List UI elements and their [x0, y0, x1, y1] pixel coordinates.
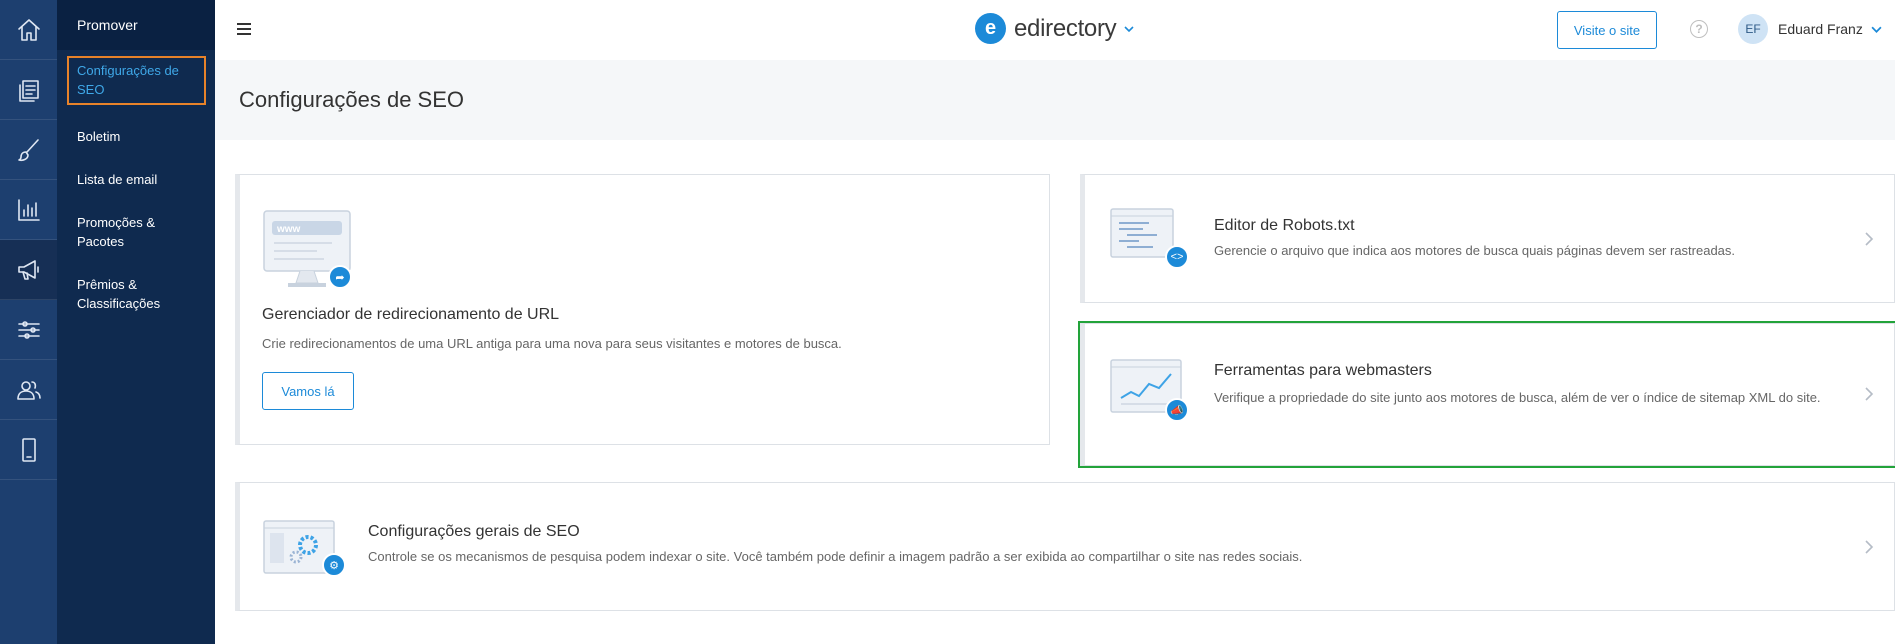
- chevron-right-icon: [1865, 232, 1874, 246]
- rail-design[interactable]: [0, 120, 57, 180]
- submenu-header: Promover: [57, 0, 215, 50]
- content-icon: [18, 79, 39, 102]
- webmaster-tools-title: Ferramentas para webmasters: [1214, 362, 1432, 379]
- submenu-item-newsletter[interactable]: Boletim: [57, 127, 215, 146]
- gear-icon: ⚙: [322, 553, 346, 577]
- user-name: Eduard Franz: [1778, 21, 1863, 37]
- robots-editor-card[interactable]: <> Editor de Robots.txt Gerencie o arqui…: [1080, 174, 1895, 303]
- submenu-item-promotions[interactable]: Promoções & Pacotes: [57, 213, 215, 251]
- rail-home[interactable]: [0, 0, 57, 60]
- reports-chart-icon: [17, 198, 40, 221]
- promote-megaphone-icon: [17, 259, 39, 280]
- url-redirect-description: Crie redirecionamentos de uma URL antiga…: [262, 336, 842, 351]
- www-label: www: [276, 224, 301, 235]
- robots-editor-title: Editor de Robots.txt: [1214, 217, 1355, 234]
- webmaster-tools-card[interactable]: 📣 Ferramentas para webmasters Verifique …: [1078, 321, 1895, 468]
- home-icon: [17, 18, 40, 41]
- general-seo-description: Controle se os mecanismos de pesquisa po…: [368, 549, 1303, 564]
- chevron-right-icon: [1865, 387, 1874, 401]
- general-seo-settings-card[interactable]: ⚙ Configurações gerais de SEO Controle s…: [235, 482, 1895, 611]
- users-icon: [16, 380, 41, 400]
- design-brush-icon: [17, 138, 39, 161]
- user-menu[interactable]: EF Eduard Franz: [1738, 14, 1882, 44]
- brand-switcher[interactable]: e edirectory: [975, 13, 1134, 44]
- page-header: Configurações de SEO: [215, 60, 1895, 140]
- chevron-down-icon: [1124, 25, 1134, 32]
- general-seo-title: Configurações gerais de SEO: [368, 523, 580, 540]
- top-bar: e edirectory Visite o site ? EF Eduard F…: [215, 0, 1895, 60]
- megaphone-badge-icon: 📣: [1165, 398, 1189, 422]
- brand-name: edirectory: [1014, 14, 1117, 42]
- code-brackets-icon: <>: [1165, 245, 1189, 269]
- help-icon[interactable]: ?: [1690, 20, 1708, 38]
- url-redirect-card: www ➦ Gerenciador de redirecionamento de…: [235, 174, 1050, 445]
- brand-logo-icon: e: [975, 13, 1006, 44]
- webmaster-tools-description: Verifique a propriedade do site junto ao…: [1214, 390, 1821, 405]
- icon-rail: [0, 0, 57, 644]
- rail-content[interactable]: [0, 60, 57, 120]
- submenu-item-email-list[interactable]: Lista de email: [57, 170, 215, 189]
- page-title: Configurações de SEO: [239, 87, 465, 112]
- mobile-icon: [21, 437, 36, 462]
- chevron-right-icon: [1865, 540, 1874, 554]
- submenu-item-awards[interactable]: Prêmios & Classificações: [57, 275, 215, 313]
- chevron-down-icon: [1871, 26, 1882, 33]
- submenu-item-seo-settings[interactable]: Configurações de SEO: [67, 56, 206, 105]
- menu-toggle-icon[interactable]: [237, 23, 251, 35]
- app-root: Promover Configurações de SEO Boletim Li…: [0, 0, 1895, 644]
- rail-mobile[interactable]: [0, 420, 57, 480]
- url-redirect-title: Gerenciador de redirecionamento de URL: [262, 306, 560, 323]
- rail-users[interactable]: [0, 360, 57, 420]
- robots-editor-description: Gerencie o arquivo que indica aos motore…: [1214, 243, 1736, 258]
- rail-promote[interactable]: [0, 240, 57, 300]
- lets-go-button[interactable]: Vamos lá: [262, 372, 354, 410]
- avatar: EF: [1738, 14, 1768, 44]
- settings-sliders-icon: [17, 320, 40, 339]
- visit-site-button[interactable]: Visite o site: [1557, 11, 1657, 49]
- rail-reports[interactable]: [0, 180, 57, 240]
- rail-settings[interactable]: [0, 300, 57, 360]
- redirect-share-icon: ➦: [328, 265, 352, 289]
- promote-submenu: Promover Configurações de SEO Boletim Li…: [57, 0, 215, 644]
